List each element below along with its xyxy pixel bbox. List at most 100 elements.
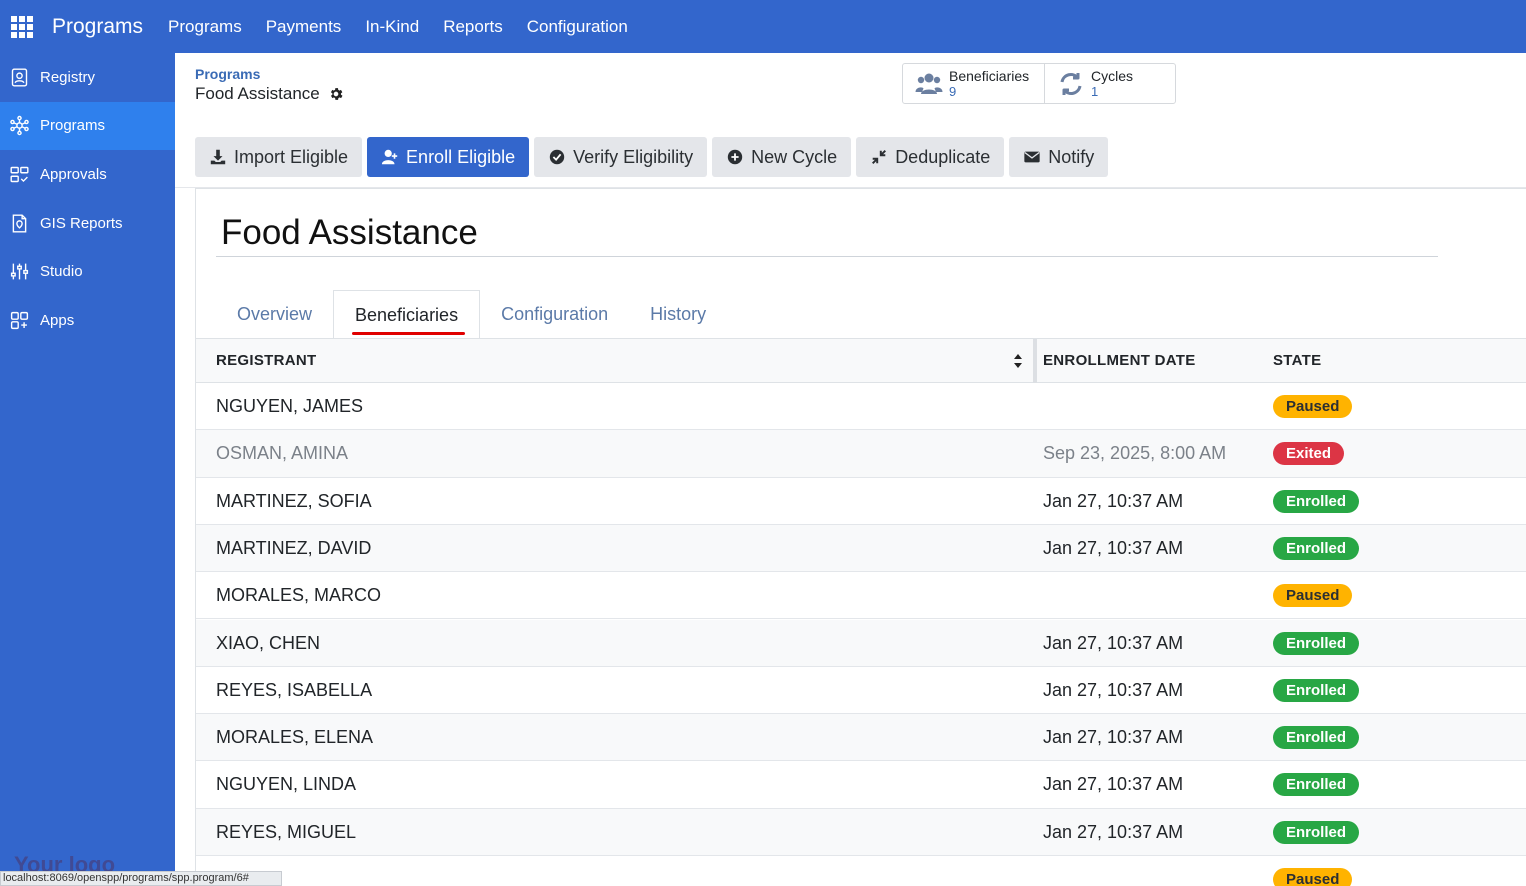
registrant-cell: MARTINEZ, SOFIA [216,490,372,511]
sidebar-item-studio[interactable]: Studio [0,247,175,296]
tab-beneficiaries[interactable]: Beneficiaries [333,290,481,338]
title-divider [216,256,1438,257]
enrollment-date-cell: Sep 23, 2025, 8:00 AM [1043,443,1227,464]
envelope-icon [1024,151,1040,163]
table-row[interactable]: OSMAN, AMINA Sep 23, 2025, 8:00 AM Exited [196,430,1526,478]
status-badge: Enrolled [1273,536,1360,560]
sort-icon[interactable] [1013,353,1023,369]
sidebar-item-label: Studio [40,263,83,281]
registrant-cell: NGUYEN, JAMES [216,396,364,416]
cycles-stat-value: 1 [1091,84,1099,99]
enroll-eligible-button[interactable]: Enroll Eligible [367,137,530,177]
status-badge: Exited [1273,442,1345,466]
table-row[interactable]: MARTINEZ, DAVID Jan 27, 10:37 AM Enrolled [196,524,1526,573]
top-navbar: Programs Programs Payments In-Kind Repor… [0,0,1526,53]
table-row[interactable]: NGUYEN, LINDA Jan 27, 10:37 AM Enrolled [196,761,1526,809]
table-row[interactable]: XIAO, CHEN Jan 27, 10:37 AM Enrolled [196,619,1526,667]
top-menu: Programs Payments In-Kind Reports Config… [168,17,652,37]
enrollment-date-cell: Jan 27, 10:37 AM [1043,632,1184,653]
sidebar-item-label: GIS Reports [40,214,123,232]
table-row[interactable]: REYES, ISABELLA Jan 27, 10:37 AM Enrolled [196,667,1526,715]
sidebar-item-label: Apps [40,311,75,329]
table-row[interactable]: ENPaused [196,856,1526,886]
menu-payments[interactable]: Payments [266,17,342,37]
status-url: localhost:8069/openspp/programs/spp.prog… [0,871,282,886]
registrant-cell: MORALES, ELENA [216,727,374,748]
sidebar-item-approvals[interactable]: Approvals [0,150,175,199]
sidebar-item-label: Registry [40,68,96,86]
table-row[interactable]: MORALES, ELENA Jan 27, 10:37 AM Enrolled [196,714,1526,762]
table-row[interactable]: REYES, MIGUEL Jan 27, 10:37 AM Enrolled [196,808,1526,856]
registrant-cell: REYES, MIGUEL [216,821,357,842]
sidebar-item-gis-reports[interactable]: GIS Reports [0,199,175,248]
import-eligible-button[interactable]: Import Eligible [195,137,363,177]
studio-icon [10,263,29,280]
tab-configuration[interactable]: Configuration [480,290,629,338]
gis-reports-icon [12,214,27,233]
enrollment-date-cell: Jan 27, 10:37 AM [1043,727,1184,748]
status-badge: Paused [1273,395,1353,418]
status-badge: Enrolled [1273,631,1360,655]
refresh-icon [1060,73,1082,95]
notify-button[interactable]: Notify [1009,137,1109,177]
sidebar-item-label: Approvals [40,165,107,183]
cycles-stat-button[interactable]: Cycles 1 [1045,64,1175,103]
app-brand[interactable]: Programs [52,15,143,39]
table-row[interactable]: NGUYEN, JAMES Paused [196,383,1526,431]
deduplicate-button[interactable]: Deduplicate [856,137,1005,177]
menu-in-kind[interactable]: In-Kind [365,17,419,37]
sidebar: Registry Programs Approvals GIS Reports … [0,53,175,886]
registrant-cell: XIAO, CHEN [216,632,321,653]
beneficiaries-stat-button[interactable]: Beneficiaries 9 [903,64,1045,103]
registry-icon [11,68,28,87]
tab-history[interactable]: History [629,290,727,338]
status-badge: Paused [1273,868,1353,886]
app-grid-icon[interactable] [11,15,33,38]
breadcrumb-current-label: Food Assistance [195,84,320,103]
new-cycle-button[interactable]: New Cycle [712,137,852,177]
action-toolbar: Import Eligible Enroll Eligible Verify E… [195,137,1113,177]
beneficiaries-stat-label: Beneficiaries [949,68,1030,84]
sidebar-item-programs[interactable]: Programs [0,101,175,151]
compress-icon [872,149,887,165]
registrant-cell: MARTINEZ, DAVID [216,537,372,558]
enrollment-date-cell: Jan 27, 10:37 AM [1043,774,1184,795]
active-tab-underline [352,332,466,335]
column-resize-handle[interactable] [1033,339,1037,383]
table-row[interactable]: MARTINEZ, SOFIA Jan 27, 10:37 AM Enrolled [196,478,1526,525]
status-badge: Enrolled [1273,820,1360,844]
column-header-enrollment-date[interactable]: ENROLLMENT DATE [1043,339,1196,383]
beneficiaries-stat-value: 9 [949,84,957,99]
breadcrumb-parent[interactable]: Programs [195,66,260,82]
status-badge: Enrolled [1273,726,1360,750]
notebook-tabs: Overview Beneficiaries Configuration His… [216,290,727,338]
sidebar-item-registry[interactable]: Registry [0,53,175,102]
users-icon [915,73,943,94]
enrollment-date-cell: Jan 27, 10:37 AM [1043,821,1184,842]
menu-configuration[interactable]: Configuration [527,17,628,37]
tab-overview[interactable]: Overview [216,290,333,338]
approvals-icon [10,166,29,183]
menu-reports[interactable]: Reports [443,17,503,37]
column-header-registrant[interactable]: REGISTRANT [216,339,317,383]
form-title: Food Assistance [221,213,478,252]
plus-circle-icon [727,149,743,165]
enrollment-date-cell: Jan 27, 10:37 AM [1043,537,1184,558]
status-badge: Enrolled [1273,773,1360,797]
sidebar-item-apps[interactable]: Apps [0,296,175,345]
registrant-cell: REYES, ISABELLA [216,679,373,700]
verify-eligibility-button[interactable]: Verify Eligibility [534,137,708,177]
column-header-state[interactable]: STATE [1273,339,1321,383]
status-badge: Enrolled [1273,678,1360,702]
status-badge: Enrolled [1273,489,1360,513]
user-plus-icon [381,149,398,165]
registrant-cell: NGUYEN, LINDA [216,774,357,795]
table-row[interactable]: MORALES, MARCO Paused [196,572,1526,620]
status-badge: Paused [1273,584,1353,608]
gear-icon[interactable] [328,86,344,102]
enrollment-date-cell: Jan 27, 10:37 AM [1043,679,1184,700]
menu-programs[interactable]: Programs [168,17,242,37]
enrollment-date-cell: Jan 27, 10:37 AM [1043,490,1184,511]
form-sheet: Food Assistance Overview Beneficiaries C… [195,188,1526,886]
programs-icon [10,116,29,136]
